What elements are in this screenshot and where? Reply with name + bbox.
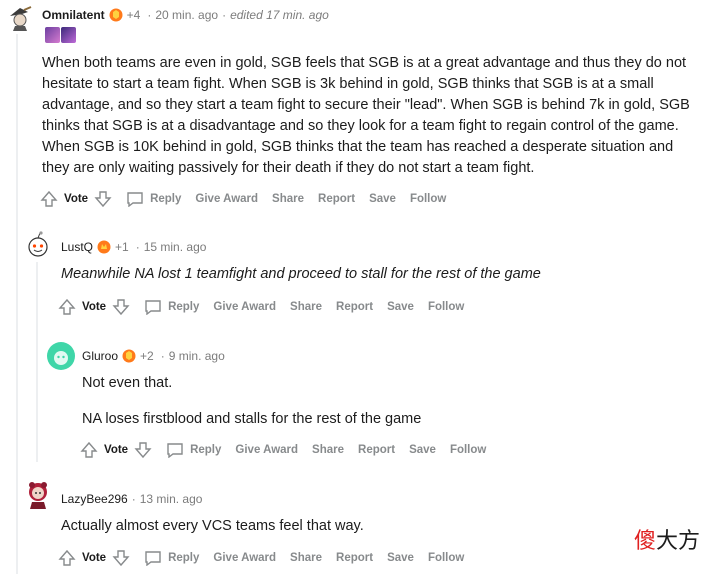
follow-button[interactable]: Follow (450, 444, 486, 456)
save-button[interactable]: Save (387, 552, 414, 564)
give-award-button[interactable]: Give Award (195, 193, 258, 205)
reply-button[interactable]: Reply (126, 191, 181, 207)
timestamp[interactable]: 20 min. ago (155, 8, 218, 22)
vote-count: Vote (64, 193, 89, 205)
downvote-icon[interactable] (134, 441, 152, 459)
timestamp[interactable]: 13 min. ago (140, 492, 203, 506)
hunter-avatar-icon (10, 6, 32, 31)
thread-line[interactable] (36, 262, 38, 462)
award-icon (61, 27, 76, 43)
chat-bubble-icon (167, 443, 183, 458)
comment-paragraph: Meanwhile NA lost 1 teamfight and procee… (61, 266, 541, 282)
comment-body: Meanwhile NA lost 1 teamfight and procee… (61, 264, 701, 285)
snoo-avatar-icon (28, 231, 48, 257)
karma-count: +2 (140, 349, 154, 363)
comment-paragraph: Not even that. (82, 375, 173, 391)
give-award-button[interactable]: Give Award (213, 301, 276, 313)
downvote-icon[interactable] (112, 549, 130, 567)
custom-avatar-icon (29, 482, 47, 509)
upvote-icon[interactable] (40, 190, 58, 208)
username[interactable]: Omnilatent (42, 8, 105, 22)
watermark: 傻大方 (634, 523, 700, 555)
save-button[interactable]: Save (369, 193, 396, 205)
comment-body: When both teams are even in gold, SGB fe… (42, 53, 702, 179)
separator-dot: · (135, 240, 140, 254)
karma-count: +1 (115, 240, 129, 254)
separator-dot: · (147, 8, 152, 22)
comment-actions: Vote Reply Give Award Share Report Save … (40, 187, 460, 211)
edited-label: edited 17 min. ago (230, 8, 329, 22)
comment-body: Not even that. NA loses firstblood and s… (82, 373, 702, 430)
vote-count: Vote (82, 552, 107, 564)
username[interactable]: Gluroo (82, 349, 118, 363)
reply-button[interactable]: Reply (144, 550, 199, 566)
award-icon (45, 27, 60, 43)
share-button[interactable]: Share (290, 552, 322, 564)
chat-bubble-icon (145, 551, 161, 566)
user-avatar[interactable] (23, 478, 51, 509)
comment-paragraph: When both teams are even in gold, SGB fe… (42, 55, 690, 176)
timestamp[interactable]: 9 min. ago (169, 349, 225, 363)
awards[interactable] (45, 27, 77, 43)
comment-actions: Vote Reply Give Award Share Report Save … (80, 438, 500, 462)
report-button[interactable]: Report (358, 444, 395, 456)
follow-button[interactable]: Follow (428, 301, 464, 313)
user-avatar[interactable] (47, 342, 75, 370)
share-button[interactable]: Share (290, 301, 322, 313)
comment-body: Actually almost every VCS teams feel tha… (61, 516, 621, 537)
username[interactable]: LustQ (61, 240, 93, 254)
separator-dot: · (160, 349, 165, 363)
watermark-black-text: 大方 (655, 529, 700, 554)
follow-button[interactable]: Follow (410, 193, 446, 205)
user-avatar[interactable] (6, 4, 34, 32)
flair-badge-icon (122, 349, 136, 363)
save-button[interactable]: Save (409, 444, 436, 456)
report-button[interactable]: Report (336, 301, 373, 313)
flair-badge-icon (109, 8, 123, 22)
downvote-icon[interactable] (112, 298, 130, 316)
give-award-button[interactable]: Give Award (213, 552, 276, 564)
comment-paragraph: Actually almost every VCS teams feel tha… (61, 518, 364, 534)
separator-dot: · (131, 492, 136, 506)
report-button[interactable]: Report (318, 193, 355, 205)
thread-line[interactable] (16, 34, 18, 574)
report-button[interactable]: Report (336, 552, 373, 564)
comment-paragraph: NA loses firstblood and stalls for the r… (82, 411, 422, 427)
comment-actions: Vote Reply Give Award Share Report Save … (58, 295, 478, 319)
comment-actions: Vote Reply Give Award Share Report Save … (58, 546, 478, 570)
watermark-red-text: 傻 (633, 529, 656, 554)
timestamp[interactable]: 15 min. ago (144, 240, 207, 254)
share-button[interactable]: Share (272, 193, 304, 205)
upvote-icon[interactable] (58, 298, 76, 316)
upvote-icon[interactable] (58, 549, 76, 567)
reply-button[interactable]: Reply (144, 299, 199, 315)
vote-count: Vote (104, 444, 129, 456)
downvote-icon[interactable] (94, 190, 112, 208)
user-avatar[interactable] (23, 230, 51, 258)
follow-button[interactable]: Follow (428, 552, 464, 564)
karma-count: +4 (126, 8, 141, 22)
snoo-avatar-icon (54, 351, 68, 365)
reply-button[interactable]: Reply (166, 442, 221, 458)
vote-count: Vote (82, 301, 107, 313)
username[interactable]: LazyBee296 (61, 492, 128, 506)
upvote-icon[interactable] (80, 441, 98, 459)
save-button[interactable]: Save (387, 301, 414, 313)
give-award-button[interactable]: Give Award (235, 444, 298, 456)
share-button[interactable]: Share (312, 444, 344, 456)
separator-dot: · (222, 8, 227, 22)
chat-bubble-icon (145, 300, 161, 315)
flair-badge-icon (97, 240, 111, 254)
chat-bubble-icon (127, 192, 143, 207)
